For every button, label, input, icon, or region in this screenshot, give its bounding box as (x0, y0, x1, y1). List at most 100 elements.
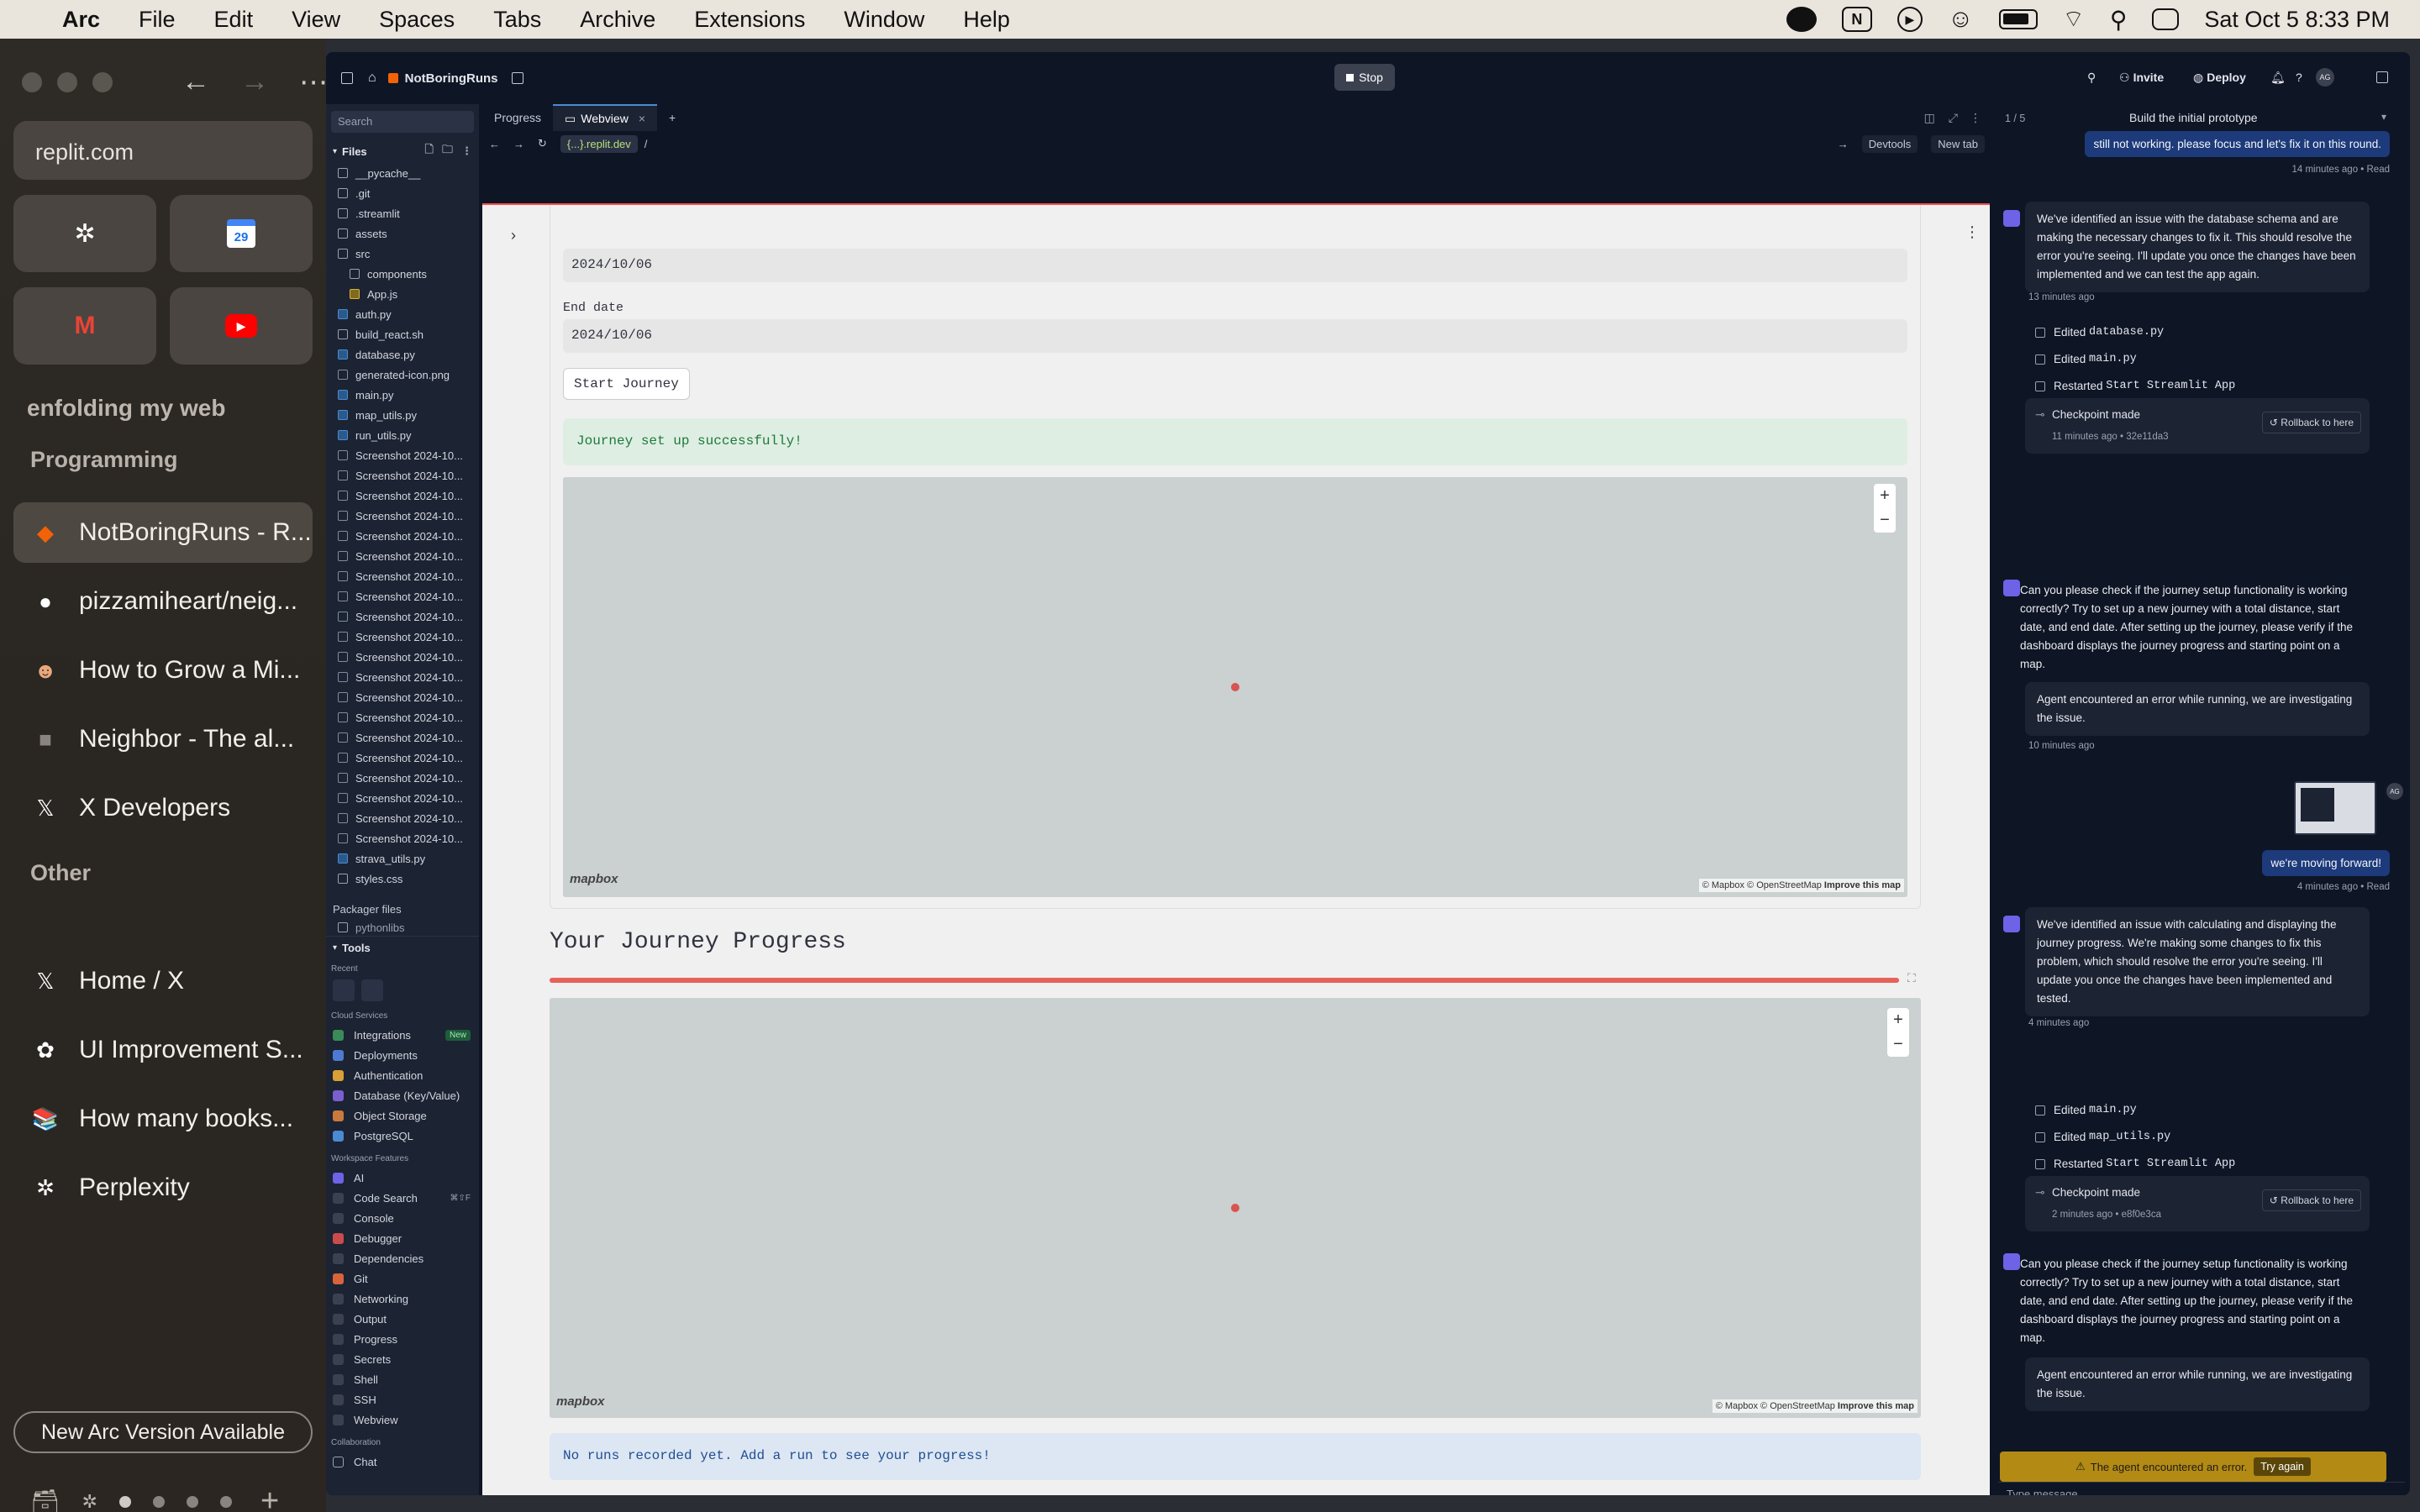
new-tab-button[interactable]: New tab (1931, 134, 1985, 153)
add-space-icon[interactable]: + (260, 1483, 279, 1512)
menu-spaces[interactable]: Spaces (379, 7, 455, 33)
file-tree-item[interactable]: styles.css (326, 869, 479, 889)
file-tree-item[interactable]: run_utils.py (326, 425, 479, 445)
menu-view[interactable]: View (292, 7, 340, 33)
battery-icon[interactable] (1998, 9, 2038, 29)
tool-code-search[interactable]: Code Search ⌘⇧F (326, 1188, 479, 1208)
file-tree-item[interactable]: Screenshot 2024-10... (326, 727, 479, 748)
tool-secrets[interactable]: Secrets (326, 1349, 479, 1369)
sidebar-item-tab[interactable]: ■ Neighbor - The al... (13, 709, 313, 769)
expand-icon[interactable]: ⤢ (1949, 111, 1958, 125)
start-point-marker[interactable] (1231, 1204, 1239, 1212)
file-tree-item[interactable]: build_react.sh (326, 324, 479, 344)
tool-chat[interactable]: Chat (326, 1452, 479, 1472)
file-tree-item[interactable]: Screenshot 2024-10... (326, 748, 479, 768)
wifi-icon[interactable]: ⌔ (2063, 5, 2085, 34)
devtools-button[interactable]: Devtools (1861, 134, 1918, 153)
more-icon[interactable]: ⋯ (299, 66, 328, 99)
spotlight-search-icon[interactable]: ⚲ (2110, 6, 2128, 34)
help-icon[interactable]: ? (2296, 64, 2302, 91)
url-path[interactable]: / (644, 138, 648, 150)
bell-icon[interactable]: 🔔︎ (2270, 64, 2286, 91)
control-center-icon[interactable] (2152, 8, 2180, 30)
notion-icon[interactable]: N (1841, 7, 1872, 32)
invite-button[interactable]: ⚇ Invite (2119, 64, 2164, 91)
file-tree-item[interactable]: strava_utils.py (326, 848, 479, 869)
forward-icon[interactable]: → (513, 138, 524, 150)
progress-map[interactable]: + − mapbox © Mapbox © OpenStreetMap Impr… (550, 998, 1921, 1418)
file-tree-item[interactable]: Screenshot 2024-10... (326, 828, 479, 848)
zoom-out-button[interactable]: − (1893, 1035, 1903, 1054)
expand-sidebar-chevron-icon[interactable]: › (511, 227, 516, 244)
files-more-icon[interactable]: ⋮ (461, 144, 472, 158)
shell-recent-icon[interactable] (361, 979, 383, 1001)
packager-files[interactable]: Packager files (326, 897, 479, 921)
tool-output[interactable]: Output (326, 1309, 479, 1329)
zoom-window-button[interactable] (92, 72, 113, 92)
sidebar-item-tab[interactable]: ◆ NotBoringRuns - R... (13, 502, 313, 563)
home-icon[interactable]: ⌂ (368, 71, 376, 86)
new-folder-icon[interactable]: 🗀︎ (442, 142, 453, 160)
space-dot[interactable] (219, 1495, 232, 1508)
split-icon[interactable]: ◫ (1924, 111, 1935, 125)
tool-ai[interactable]: AI (326, 1168, 479, 1188)
file-tree-item[interactable]: main.py (326, 385, 479, 405)
file-tree-item[interactable]: map_utils.py (326, 405, 479, 425)
menu-archive[interactable]: Archive (580, 7, 655, 33)
menu-app-name[interactable]: Arc (62, 7, 100, 33)
face-icon[interactable]: ☺ (1948, 5, 1974, 34)
tool-git[interactable]: Git (326, 1268, 479, 1289)
space-dot[interactable] (186, 1495, 198, 1508)
user-screenshot-attachment[interactable] (2294, 781, 2376, 835)
tool-object-storage[interactable]: Object Storage (326, 1105, 479, 1126)
agent-action-item[interactable]: Restarted Start Streamlit App (2035, 380, 2235, 392)
menu-extensions[interactable]: Extensions (694, 7, 805, 33)
attribution-text[interactable]: © Mapbox © OpenStreetMap (1716, 1401, 1835, 1411)
file-tree-item[interactable]: Screenshot 2024-10... (326, 506, 479, 526)
tool-deployments[interactable]: Deployments (326, 1045, 479, 1065)
mapbox-logo[interactable]: mapbox (556, 1394, 605, 1409)
file-tree-item[interactable]: Screenshot 2024-10... (326, 546, 479, 566)
reload-icon[interactable]: ↻ (538, 137, 547, 150)
space-dot-active[interactable] (118, 1495, 131, 1508)
agent-action-item[interactable]: Edited main.py (2035, 1104, 2137, 1116)
file-tree-item[interactable]: src (326, 244, 479, 264)
webview-recent-icon[interactable] (333, 979, 355, 1001)
file-tree-item[interactable]: components (326, 264, 479, 284)
tool-authentication[interactable]: Authentication (326, 1065, 479, 1085)
sidebar-item-tab[interactable]: 📚 How many books... (13, 1089, 313, 1149)
toggle-sidebar-icon[interactable] (341, 72, 353, 84)
zoom-in-button[interactable]: + (1893, 1011, 1903, 1030)
message-input[interactable]: Type message... (1998, 1482, 2405, 1495)
tool-postgresql[interactable]: PostgreSQL (326, 1126, 479, 1146)
toggle-right-panel-icon[interactable] (2376, 64, 2388, 91)
file-tree-item[interactable]: Screenshot 2024-10... (326, 667, 479, 687)
deploy-button[interactable]: ◍ Deploy (2193, 64, 2246, 91)
file-tree-item[interactable]: __pycache__ (326, 163, 479, 183)
project-name[interactable]: NotBoringRuns (405, 71, 498, 86)
file-tree-item[interactable]: Screenshot 2024-10... (326, 526, 479, 546)
file-tree-item[interactable]: App.js (326, 284, 479, 304)
close-tab-icon[interactable]: × (639, 112, 645, 125)
add-tab-icon[interactable]: + (657, 104, 687, 131)
tab-webview[interactable]: ▭ Webview × (553, 104, 657, 131)
sidebar-item-tab[interactable]: 𝕏 X Developers (13, 778, 313, 838)
tab-more-icon[interactable]: ⋮ (1970, 111, 1981, 125)
close-window-button[interactable] (22, 72, 42, 92)
tool-networking[interactable]: Networking (326, 1289, 479, 1309)
tool-integrations[interactable]: Integrations New (326, 1025, 479, 1045)
rollback-button[interactable]: ↺ Rollback to here (2261, 412, 2361, 433)
files-search-input[interactable]: Search (331, 111, 474, 133)
file-tree-item[interactable]: auth.py (326, 304, 479, 324)
tool-dependencies[interactable]: Dependencies (326, 1248, 479, 1268)
file-tree-item[interactable]: database.py (326, 344, 479, 365)
tool-ssh[interactable]: SSH (326, 1389, 479, 1410)
file-tree-item[interactable]: Screenshot 2024-10... (326, 768, 479, 788)
sidebar-item-tab[interactable]: 𝕏 Home / X (13, 951, 313, 1011)
tools-header[interactable]: ▾ Tools (326, 936, 479, 959)
file-tree-item[interactable]: Screenshot 2024-10... (326, 486, 479, 506)
file-tree-item[interactable]: Screenshot 2024-10... (326, 465, 479, 486)
agent-action-item[interactable]: Restarted Start Streamlit App (2035, 1158, 2235, 1170)
minimize-window-button[interactable] (57, 72, 77, 92)
go-icon[interactable]: → (1838, 138, 1849, 150)
